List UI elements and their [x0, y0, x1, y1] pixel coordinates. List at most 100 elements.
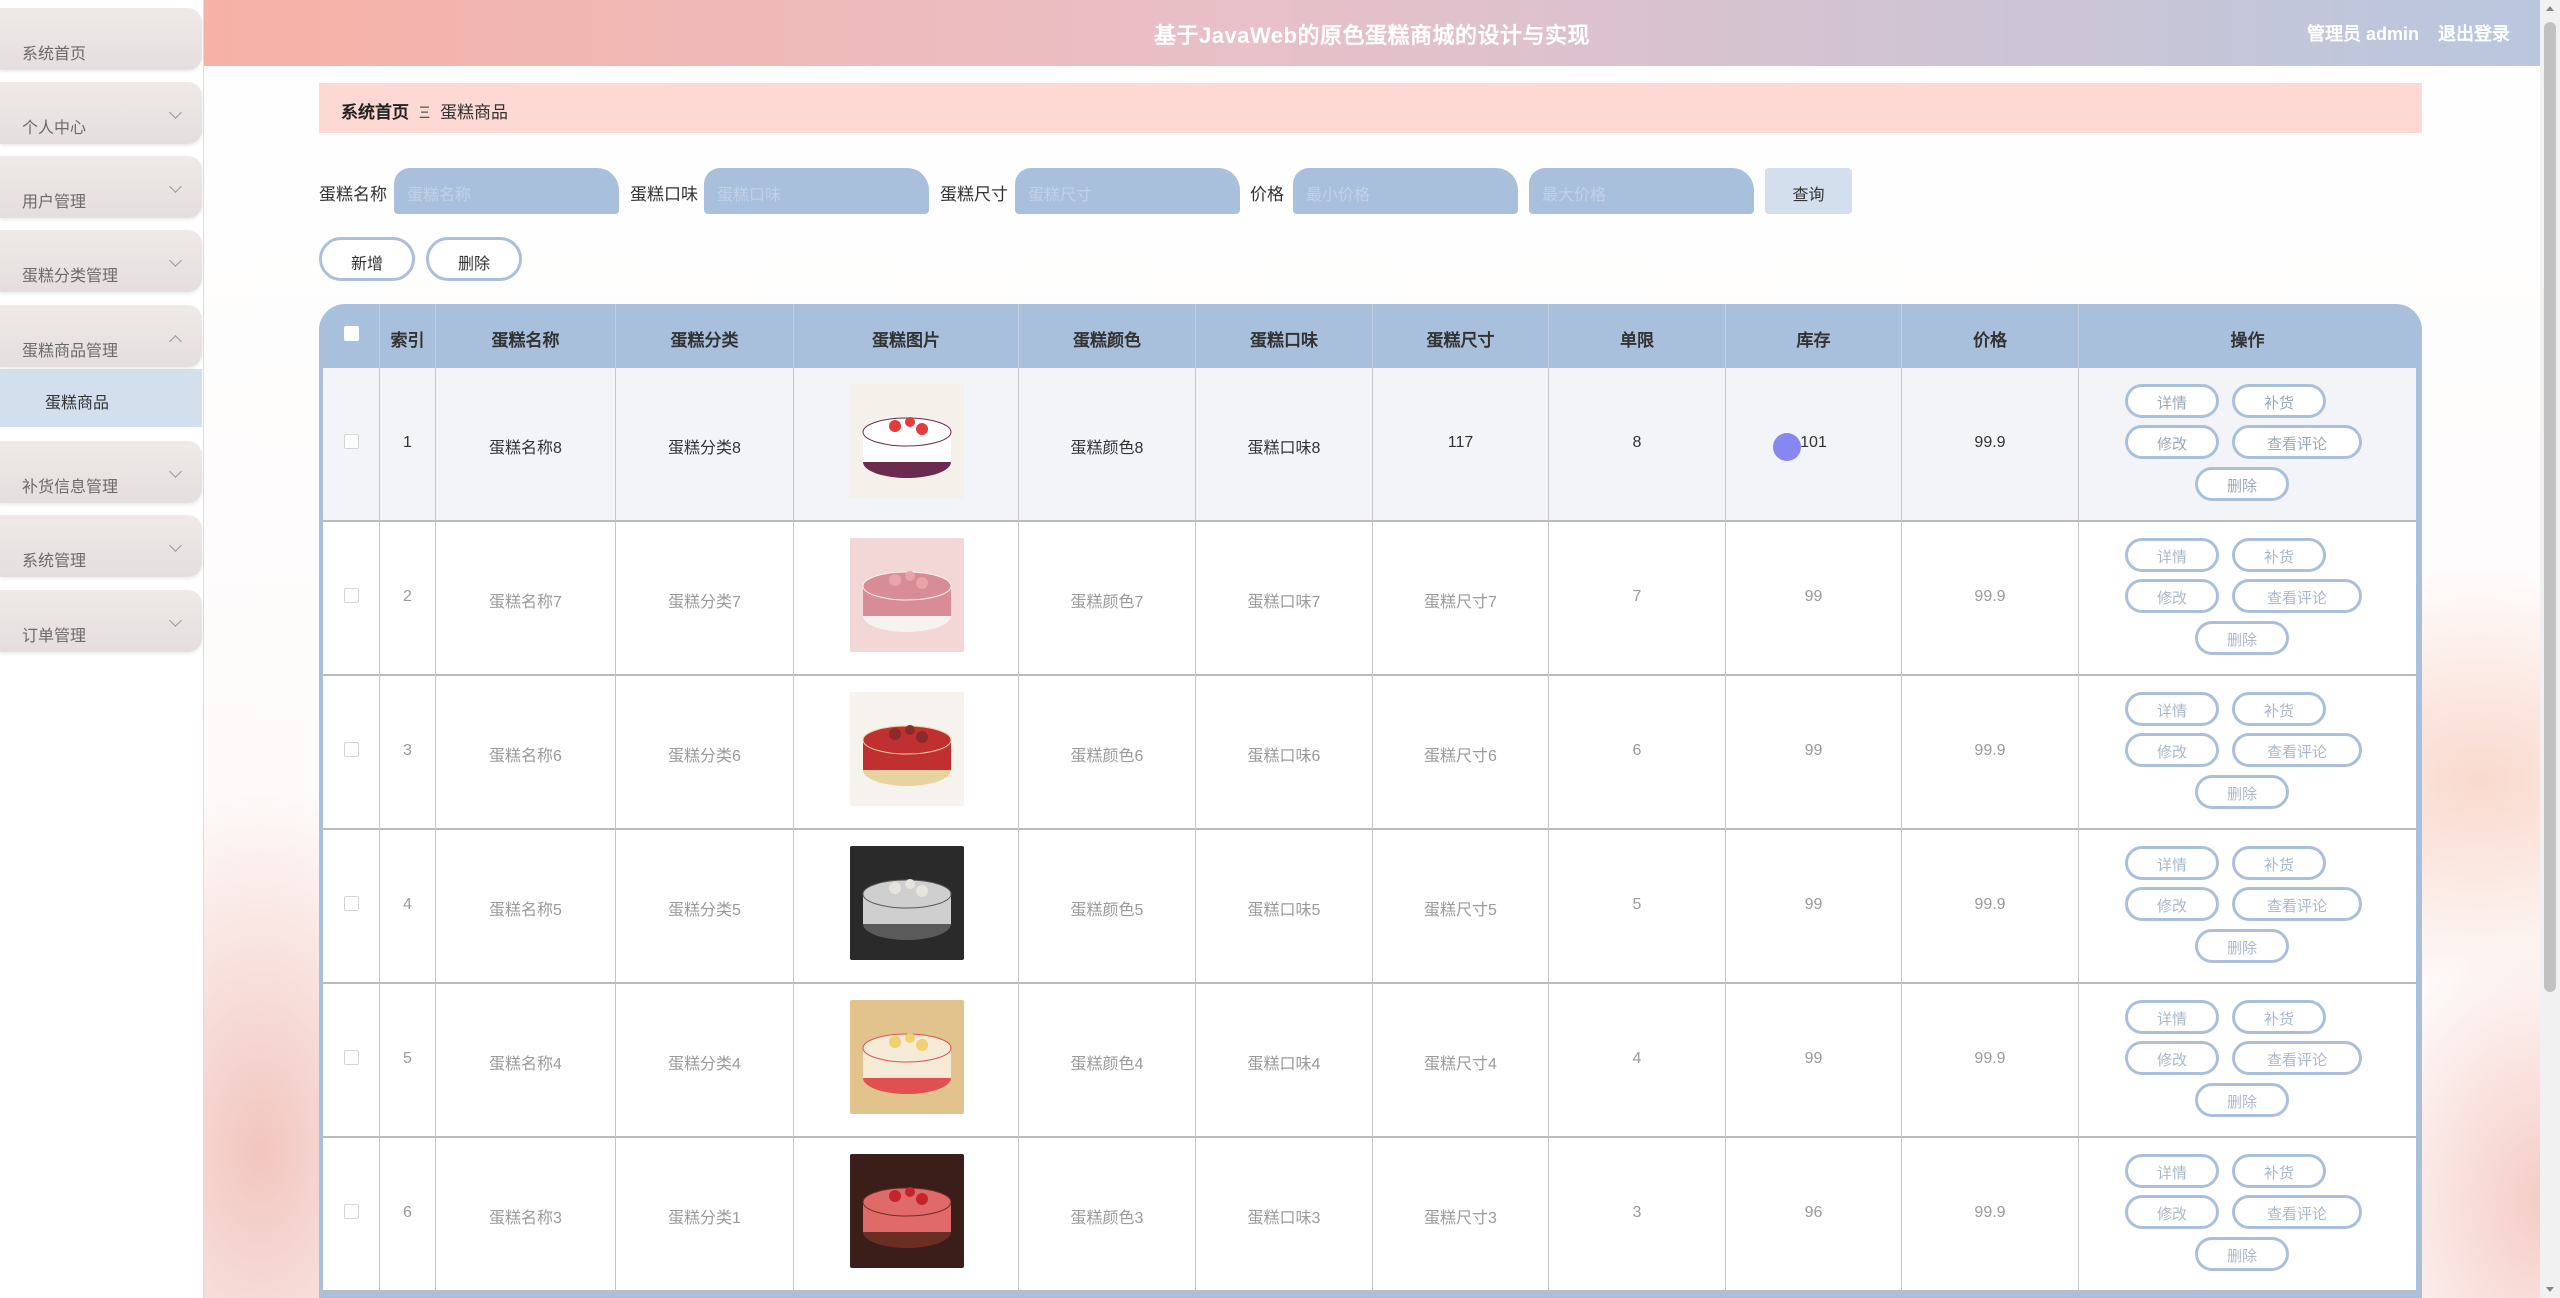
delete-button[interactable]: 删除	[2195, 1237, 2289, 1271]
cell-limit: 7	[1549, 522, 1726, 675]
cake-taste-input[interactable]: 蛋糕口味	[704, 168, 929, 214]
cell-category: 蛋糕分类7	[616, 522, 794, 675]
cell-category: 蛋糕分类5	[616, 830, 794, 983]
cell-taste: 蛋糕口味4	[1196, 984, 1373, 1137]
breadcrumb: 系统首页 Ξ 蛋糕商品	[319, 83, 2422, 133]
row-select-cell	[323, 522, 380, 675]
batch-delete-button[interactable]: 删除	[426, 237, 522, 281]
restock-button[interactable]: 补货	[2232, 692, 2326, 726]
delete-button[interactable]: 删除	[2195, 467, 2289, 501]
edit-button[interactable]: 修改	[2125, 425, 2219, 459]
view-reviews-button[interactable]: 查看评论	[2232, 887, 2362, 921]
max-price-input[interactable]: 最大价格	[1529, 168, 1754, 214]
row-actions-cell: 详情 补货 修改 查看评论删除	[2079, 1138, 2416, 1291]
detail-button[interactable]: 详情	[2125, 1000, 2219, 1034]
view-reviews-button[interactable]: 查看评论	[2232, 733, 2362, 767]
cell-size: 蛋糕尺寸5	[1373, 830, 1549, 983]
logout-link[interactable]: 退出登录	[2438, 24, 2510, 44]
page-scrollbar[interactable]	[2540, 0, 2560, 1298]
cell-index: 6	[380, 1138, 436, 1291]
cell-name: 蛋糕名称3	[436, 1138, 616, 1291]
edit-button[interactable]: 修改	[2125, 579, 2219, 613]
row-actions-cell: 详情 补货 修改 查看评论删除	[2079, 676, 2416, 829]
view-reviews-button[interactable]: 查看评论	[2232, 1195, 2362, 1229]
cell-name: 蛋糕名称7	[436, 522, 616, 675]
row-select-cell	[323, 368, 380, 521]
scroll-down-arrow-icon[interactable]	[2546, 1287, 2554, 1292]
table-row[interactable]: 1 蛋糕名称8 蛋糕分类8 蛋糕颜色8 蛋糕口味8 117 8 101 99.9 详情 补货 修改 查看…	[323, 368, 2416, 521]
view-reviews-button[interactable]: 查看评论	[2232, 579, 2362, 613]
cell-color: 蛋糕颜色4	[1019, 984, 1196, 1137]
restock-button[interactable]: 补货	[2232, 538, 2326, 572]
cell-color: 蛋糕颜色6	[1019, 676, 1196, 829]
row-checkbox[interactable]	[343, 434, 359, 449]
col-header-color: 蛋糕颜色	[1019, 304, 1196, 368]
detail-button[interactable]: 详情	[2125, 846, 2219, 880]
restock-button[interactable]: 补货	[2232, 384, 2326, 418]
delete-button[interactable]: 删除	[2195, 621, 2289, 655]
row-select-cell	[323, 1138, 380, 1291]
cake-image	[850, 846, 964, 960]
cell-size: 蛋糕尺寸7	[1373, 522, 1549, 675]
edit-button[interactable]: 修改	[2125, 1195, 2219, 1229]
cell-price: 99.9	[1902, 1138, 2079, 1291]
restock-button[interactable]: 补货	[2232, 1000, 2326, 1034]
row-checkbox[interactable]	[343, 896, 359, 911]
product-table: 索引 蛋糕名称 蛋糕分类 蛋糕图片 蛋糕颜色 蛋糕口味 蛋糕尺寸 单限 库存 价…	[319, 304, 2422, 1298]
table-row[interactable]: 4 蛋糕名称5 蛋糕分类5 蛋糕颜色5 蛋糕口味5 蛋糕尺寸5 5 99 99.9 详情 补货 修改查…	[323, 830, 2416, 983]
cell-size: 蛋糕尺寸6	[1373, 676, 1549, 829]
detail-button[interactable]: 详情	[2125, 538, 2219, 572]
sidebar-item-home[interactable]: 系统首页	[0, 8, 202, 70]
table-row[interactable]: 5 蛋糕名称4 蛋糕分类4 蛋糕颜色4 蛋糕口味4 蛋糕尺寸4 4 99 99.9 详情 补货 修改查…	[323, 984, 2416, 1137]
add-button[interactable]: 新增	[319, 237, 415, 281]
table-row[interactable]: 6 蛋糕名称3 蛋糕分类1 蛋糕颜色3 蛋糕口味3 蛋糕尺寸3 3 96 99.9 详情 补货 修改查…	[323, 1138, 2416, 1291]
row-actions-cell: 详情 补货 修改 查看评论删除	[2079, 368, 2416, 521]
edit-button[interactable]: 修改	[2125, 733, 2219, 767]
breadcrumb-home[interactable]: 系统首页	[341, 103, 409, 122]
cake-image	[850, 692, 964, 806]
row-checkbox[interactable]	[343, 742, 359, 757]
sidebar-subitem-cake-products[interactable]: 蛋糕商品	[0, 369, 202, 427]
restock-button[interactable]: 补货	[2232, 1154, 2326, 1188]
cake-image	[850, 538, 964, 652]
cake-name-input[interactable]: 蛋糕名称	[394, 168, 619, 214]
row-checkbox[interactable]	[343, 588, 359, 603]
table-row[interactable]: 3 蛋糕名称6 蛋糕分类6 蛋糕颜色6 蛋糕口味6 蛋糕尺寸6 6 99 99.9 详情 补货 修改查…	[323, 676, 2416, 829]
sidebar-item-restock[interactable]: 补货信息管理	[0, 441, 202, 503]
view-reviews-button[interactable]: 查看评论	[2232, 425, 2362, 459]
restock-button[interactable]: 补货	[2232, 846, 2326, 880]
detail-button[interactable]: 详情	[2125, 384, 2219, 418]
cake-size-input[interactable]: 蛋糕尺寸	[1015, 168, 1240, 214]
cake-image-cell	[794, 676, 1019, 829]
sidebar-item-cake-categories[interactable]: 蛋糕分类管理	[0, 230, 202, 292]
row-select-cell	[323, 830, 380, 983]
sidebar-item-profile[interactable]: 个人中心	[0, 82, 202, 144]
view-reviews-button[interactable]: 查看评论	[2232, 1041, 2362, 1075]
query-button[interactable]: 查询	[1765, 168, 1852, 214]
edit-button[interactable]: 修改	[2125, 887, 2219, 921]
sidebar-item-orders[interactable]: 订单管理	[0, 590, 202, 652]
cell-index: 3	[380, 676, 436, 829]
breadcrumb-current: 蛋糕商品	[440, 103, 509, 122]
scrollbar-thumb[interactable]	[2544, 22, 2556, 992]
row-checkbox[interactable]	[343, 1204, 359, 1219]
table-row[interactable]: 2 蛋糕名称7 蛋糕分类7 蛋糕颜色7 蛋糕口味7 蛋糕尺寸7 7 99 99.9 详情 补货 修改查…	[323, 522, 2416, 675]
select-all-checkbox[interactable]	[343, 326, 359, 341]
row-checkbox[interactable]	[343, 1050, 359, 1065]
detail-button[interactable]: 详情	[2125, 1154, 2219, 1188]
cell-name: 蛋糕名称6	[436, 676, 616, 829]
edit-button[interactable]: 修改	[2125, 1041, 2219, 1075]
sidebar-item-users[interactable]: 用户管理	[0, 156, 202, 218]
delete-button[interactable]: 删除	[2195, 929, 2289, 963]
delete-button[interactable]: 删除	[2195, 775, 2289, 809]
cell-size: 蛋糕尺寸3	[1373, 1138, 1549, 1291]
cell-price: 99.9	[1902, 522, 2079, 675]
scroll-up-arrow-icon[interactable]	[2546, 6, 2554, 11]
detail-button[interactable]: 详情	[2125, 692, 2219, 726]
cell-stock: 99	[1726, 522, 1902, 675]
min-price-input[interactable]: 最小价格	[1293, 168, 1518, 214]
sidebar-item-system[interactable]: 系统管理	[0, 515, 202, 577]
sidebar-item-cake-products[interactable]: 蛋糕商品管理	[0, 305, 202, 367]
delete-button[interactable]: 删除	[2195, 1083, 2289, 1117]
cell-price: 99.9	[1902, 368, 2079, 521]
